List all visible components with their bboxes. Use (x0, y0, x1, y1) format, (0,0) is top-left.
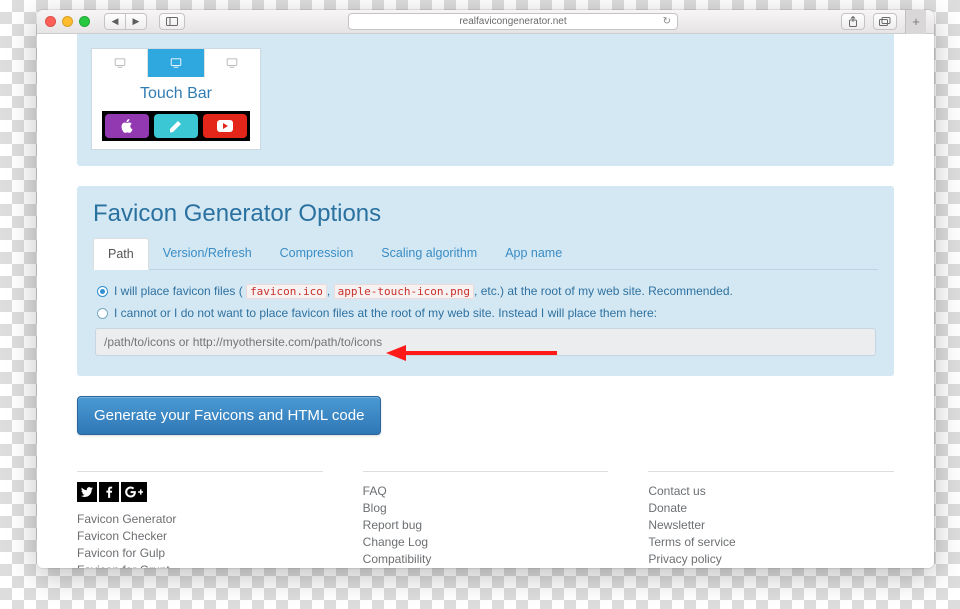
apple-icon (105, 114, 149, 138)
maximize-window-button[interactable] (79, 16, 90, 27)
footer-link[interactable]: Favicon for Grunt (77, 561, 323, 568)
page-body: Touch Bar Favicon Generator Options Pa (37, 34, 934, 568)
touchbar-card-tabs (92, 49, 260, 77)
radio-custom-label: I cannot or I do not want to place favic… (114, 306, 657, 320)
footer-link[interactable]: Favicon Generator (77, 510, 323, 527)
radio-root-label: I will place favicon files ( favicon.ico… (114, 284, 733, 298)
tab-app-name[interactable]: App name (491, 238, 576, 269)
close-window-button[interactable] (45, 16, 56, 27)
footer: Favicon Generator Favicon Checker Favico… (77, 471, 894, 568)
url-text: realfavicongenerator.net (459, 16, 566, 27)
back-button[interactable]: ◀ (104, 13, 126, 30)
path-tab-content: I will place favicon files ( favicon.ico… (93, 270, 878, 358)
touchbar-dock (102, 111, 250, 141)
options-panel: Favicon Generator Options Path Version/R… (77, 186, 894, 376)
footer-col-2: FAQ Blog Report bug Change Log Compatibi… (363, 471, 609, 568)
generate-button[interactable]: Generate your Favicons and HTML code (77, 396, 381, 435)
twitter-icon[interactable] (77, 482, 97, 502)
radio-custom-path[interactable]: I cannot or I do not want to place favic… (95, 302, 876, 324)
footer-link[interactable]: Donate (648, 499, 894, 516)
facebook-icon[interactable] (99, 482, 119, 502)
options-tabs: Path Version/Refresh Compression Scaling… (93, 238, 878, 270)
tabs-button[interactable] (873, 13, 897, 30)
tab-compression[interactable]: Compression (266, 238, 368, 269)
footer-link[interactable]: FAQ (363, 482, 609, 499)
address-bar[interactable]: realfavicongenerator.net ↻ (348, 13, 678, 30)
google-plus-icon[interactable] (121, 482, 147, 502)
preview-panel: Touch Bar (77, 34, 894, 166)
browser-window: ◀ ▶ realfavicongenerator.net ↻ + (37, 10, 934, 568)
touchbar-title: Touch Bar (92, 77, 260, 111)
footer-col-3: Contact us Donate Newsletter Terms of se… (648, 471, 894, 568)
new-tab-button[interactable]: + (905, 10, 926, 34)
touchbar-variant-3[interactable] (205, 49, 260, 77)
radio-icon (97, 286, 108, 297)
footer-link[interactable]: Favicon for Gulp (77, 544, 323, 561)
footer-link[interactable]: Cookies (648, 567, 894, 568)
footer-link[interactable]: Terms of service (648, 533, 894, 550)
touchbar-variant-2[interactable] (148, 49, 204, 77)
social-icons (77, 482, 323, 502)
options-title: Favicon Generator Options (93, 200, 878, 228)
sidebar-button[interactable] (159, 13, 185, 30)
footer-link[interactable]: Compatibility (363, 550, 609, 567)
pencil-icon (154, 114, 198, 138)
tab-scaling[interactable]: Scaling algorithm (367, 238, 491, 269)
footer-link[interactable]: Privacy policy (648, 550, 894, 567)
touchbar-variant-1[interactable] (92, 49, 148, 77)
footer-link[interactable]: Extensions (363, 567, 609, 568)
footer-link[interactable]: Change Log (363, 533, 609, 550)
footer-link[interactable]: Favicon Checker (77, 527, 323, 544)
touchbar-card: Touch Bar (91, 48, 261, 150)
footer-link[interactable]: Contact us (648, 482, 894, 499)
tab-path[interactable]: Path (93, 238, 149, 270)
footer-link[interactable]: Blog (363, 499, 609, 516)
radio-root-path[interactable]: I will place favicon files ( favicon.ico… (95, 280, 876, 302)
reload-icon[interactable]: ↻ (663, 16, 671, 27)
footer-col-1: Favicon Generator Favicon Checker Favico… (77, 471, 323, 568)
youtube-icon (203, 114, 247, 138)
share-button[interactable] (841, 13, 865, 30)
tab-version-refresh[interactable]: Version/Refresh (149, 238, 266, 269)
forward-button[interactable]: ▶ (125, 13, 147, 30)
radio-icon (97, 308, 108, 319)
custom-path-input[interactable] (95, 328, 876, 356)
footer-link[interactable]: Report bug (363, 516, 609, 533)
footer-link[interactable]: Newsletter (648, 516, 894, 533)
minimize-window-button[interactable] (62, 16, 73, 27)
titlebar: ◀ ▶ realfavicongenerator.net ↻ + (37, 10, 934, 34)
